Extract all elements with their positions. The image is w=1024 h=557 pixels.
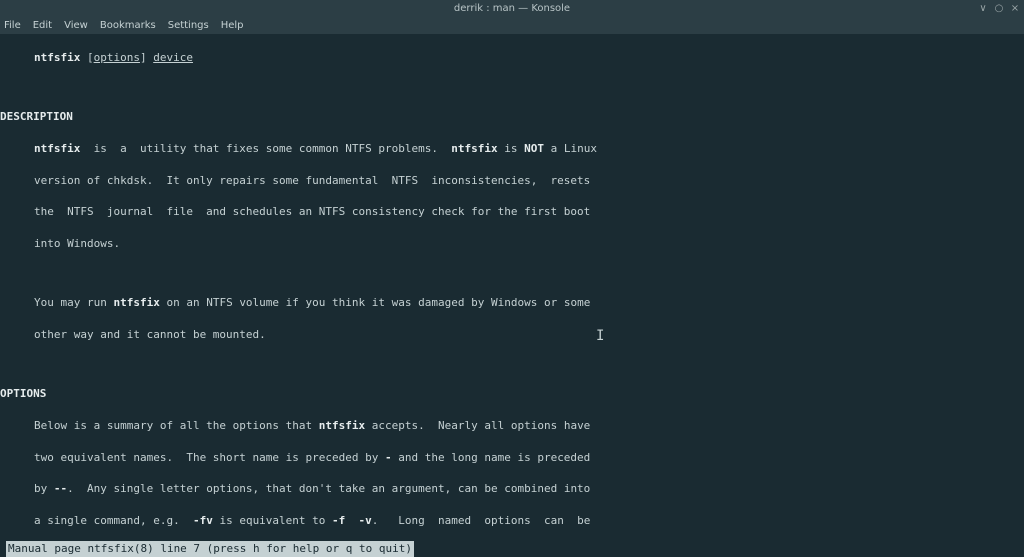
synopsis-device: device: [153, 51, 193, 64]
menubar: File Edit View Bookmarks Settings Help: [0, 18, 1024, 34]
synopsis-options: options: [94, 51, 140, 64]
window-controls: ∨ ○ ×: [978, 4, 1020, 14]
window-titlebar: derrik : man — Konsole ∨ ○ ×: [0, 0, 1024, 18]
menu-settings[interactable]: Settings: [168, 19, 209, 34]
pager-status-line: Manual page ntfsfix(8) line 7 (press h f…: [6, 541, 414, 557]
menu-file[interactable]: File: [4, 19, 21, 34]
menu-view[interactable]: View: [64, 19, 88, 34]
section-description: DESCRIPTION: [0, 109, 1018, 125]
menu-help[interactable]: Help: [221, 19, 244, 34]
terminal-output[interactable]: ntfsfix [options] device DESCRIPTION ntf…: [0, 34, 1024, 557]
text-cursor-icon: I: [596, 326, 604, 346]
section-options: OPTIONS: [0, 386, 1018, 402]
menu-bookmarks[interactable]: Bookmarks: [100, 19, 156, 34]
window-title: derrik : man — Konsole: [454, 2, 570, 17]
cmd-name: ntfsfix: [34, 51, 80, 64]
close-icon[interactable]: ×: [1010, 4, 1020, 14]
maximize-icon[interactable]: ○: [994, 4, 1004, 14]
menu-edit[interactable]: Edit: [33, 19, 52, 34]
minimize-icon[interactable]: ∨: [978, 4, 988, 14]
